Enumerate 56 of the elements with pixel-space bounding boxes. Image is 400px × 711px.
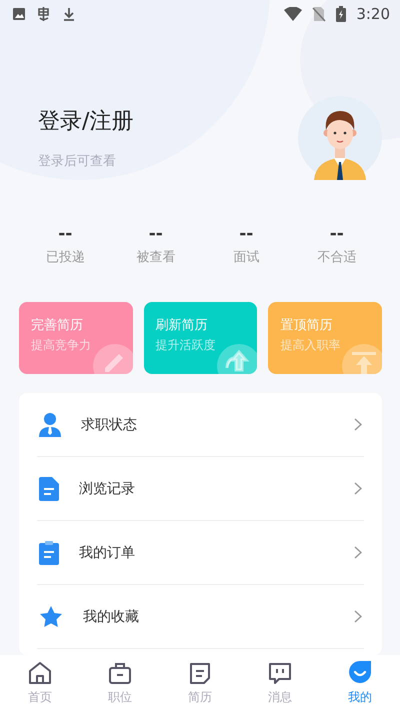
login-hint: 登录后可查看 <box>38 153 116 170</box>
briefcase-icon <box>108 660 132 684</box>
stat-label: 不合适 <box>317 249 356 266</box>
tab-item[interactable]: 消息 <box>240 660 320 706</box>
chat-bubble-icon <box>268 660 292 684</box>
card-title: 完善简历 <box>31 317 83 334</box>
stat-value: -- <box>58 224 72 244</box>
login-register-link[interactable]: 登录/注册 <box>38 106 134 136</box>
menu-item[interactable]: 求职状态 <box>37 393 364 457</box>
menu-item[interactable]: 浏览记录 <box>37 457 364 521</box>
wifi-icon <box>284 7 302 21</box>
home-icon <box>28 660 52 684</box>
card-subtitle: 提高竞争力 <box>31 337 91 354</box>
menu-item[interactable]: 我的收藏 <box>37 585 364 649</box>
upload-top-icon <box>342 344 382 374</box>
clipboard-icon <box>39 540 59 564</box>
app-notification-icon <box>36 6 52 22</box>
action-card[interactable]: 完善简历 提高竞争力 <box>19 302 133 374</box>
tab-item[interactable]: 我的 <box>320 660 400 706</box>
document-icon <box>188 660 212 684</box>
smile-drop-icon <box>348 660 372 684</box>
menu-item[interactable]: 我的订单 <box>37 521 364 585</box>
tab-item[interactable]: 首页 <box>0 660 80 706</box>
card-subtitle: 提升活跃度 <box>156 337 216 354</box>
stat-value: -- <box>239 224 254 244</box>
card-subtitle: 提高入职率 <box>280 337 340 354</box>
menu-label: 浏览记录 <box>79 480 136 498</box>
image-icon <box>12 7 26 21</box>
document-icon <box>39 476 59 500</box>
battery-icon <box>336 6 346 22</box>
stat-label: 面试 <box>233 249 260 266</box>
chevron-right-icon <box>354 610 362 623</box>
chevron-right-icon <box>354 546 362 559</box>
stat-label: 被查看 <box>136 249 176 266</box>
card-title: 刷新简历 <box>156 317 208 334</box>
tab-item[interactable]: 职位 <box>80 660 160 706</box>
action-card[interactable]: 置顶简历 提高入职率 <box>268 302 382 374</box>
pencil-icon <box>92 344 133 374</box>
menu-label: 求职状态 <box>81 416 138 434</box>
stat-label: 已投递 <box>46 249 85 266</box>
avatar-icon[interactable] <box>298 96 382 180</box>
tab-item[interactable]: 简历 <box>160 660 240 706</box>
star-icon <box>39 604 63 628</box>
status-time: 3:20 <box>356 5 390 23</box>
card-title: 置顶简历 <box>280 317 332 334</box>
chevron-right-icon <box>354 482 362 495</box>
action-card[interactable]: 刷新简历 提升活跃度 <box>144 302 258 374</box>
stat-value: -- <box>330 224 344 244</box>
menu-label: 我的订单 <box>79 544 136 562</box>
person-icon <box>39 412 61 436</box>
stat-value: -- <box>148 224 163 244</box>
chevron-right-icon <box>354 418 362 431</box>
no-sim-icon <box>312 6 326 22</box>
refresh-arrow-icon <box>217 344 258 374</box>
download-icon <box>62 7 76 21</box>
menu-label: 我的收藏 <box>83 608 140 626</box>
